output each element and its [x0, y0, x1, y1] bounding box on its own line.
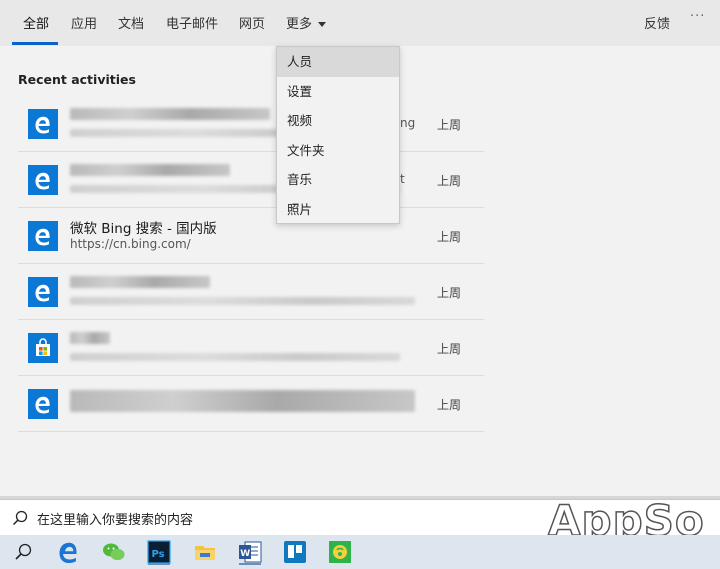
wechat-taskbar-button[interactable] [101, 539, 127, 565]
redacted-title [70, 164, 230, 176]
redacted-title [70, 108, 270, 120]
more-dropdown-menu: 人员 设置 视频 文件夹 音乐 照片 [276, 46, 400, 224]
edge-icon [28, 165, 58, 195]
redacted-url [70, 297, 415, 305]
edge-icon [28, 277, 58, 307]
list-item[interactable]: 微软 Bing 搜索 - 国内版 https://cn.bing.com/ 上周 [18, 208, 484, 264]
section-title: Recent activities [18, 72, 136, 87]
photoshop-icon: Ps [147, 540, 171, 564]
edge-icon [59, 542, 77, 563]
list-item[interactable]: 上周 [18, 320, 484, 376]
redacted-title [70, 276, 210, 288]
edge-taskbar-button[interactable] [56, 539, 82, 565]
edge-icon [28, 109, 58, 139]
more-options-button[interactable]: ··· [690, 9, 705, 24]
word-icon: W [239, 541, 262, 563]
menu-item-people[interactable]: 人员 [277, 47, 399, 77]
active-tab-indicator [12, 42, 58, 45]
list-item[interactable]: 上周 [18, 376, 484, 432]
search-scope-tabbar: 全部 应用 文档 电子邮件 网页 更多 反馈 ··· [0, 0, 720, 46]
tab-more[interactable]: 更多 [286, 13, 327, 32]
store-icon [28, 333, 58, 363]
chevron-down-icon [318, 22, 327, 27]
feedback-link[interactable]: 反馈 [644, 13, 670, 32]
menu-item-settings[interactable]: 设置 [277, 77, 399, 107]
menu-item-photos[interactable]: 照片 [277, 195, 399, 225]
search-placeholder: 在这里输入你要搜索的内容 [37, 513, 194, 528]
running-indicator [239, 563, 261, 565]
search-icon[interactable] [10, 539, 36, 565]
tab-all[interactable]: 全部 [23, 13, 49, 32]
running-indicator [148, 563, 170, 565]
timestamp: 上周 [437, 398, 462, 412]
green-app-icon [329, 541, 351, 563]
redacted-title [70, 390, 415, 412]
file-explorer-taskbar-button[interactable] [192, 539, 218, 565]
list-item[interactable]: t 上周 [18, 152, 484, 208]
word-taskbar-button[interactable]: W [237, 539, 263, 565]
tab-email[interactable]: 电子邮件 [166, 13, 218, 32]
search-icon [12, 510, 28, 526]
list-item[interactable]: ng 上周 [18, 96, 484, 152]
list-item[interactable]: 上周 [18, 264, 484, 320]
tab-web[interactable]: 网页 [239, 13, 265, 32]
item-title: 微软 Bing 搜索 - 国内版 [70, 221, 217, 237]
edge-icon [28, 221, 58, 251]
svg-text:Ps: Ps [152, 549, 165, 560]
tab-more-label: 更多 [286, 17, 313, 32]
tab-documents[interactable]: 文档 [118, 13, 144, 32]
timestamp: 上周 [437, 286, 462, 300]
timestamp: 上周 [437, 342, 462, 356]
menu-item-videos[interactable]: 视频 [277, 106, 399, 136]
timestamp: 上周 [437, 230, 462, 244]
redacted-url [70, 353, 400, 361]
timestamp: 上周 [437, 118, 462, 132]
taskbar: Ps W [0, 535, 720, 569]
green-app-taskbar-button[interactable] [327, 539, 353, 565]
file-explorer-icon [195, 546, 215, 560]
tab-apps[interactable]: 应用 [71, 13, 97, 32]
wechat-icon [103, 543, 125, 561]
menu-item-music[interactable]: 音乐 [277, 165, 399, 195]
edge-icon [28, 389, 58, 419]
redacted-title [70, 332, 110, 344]
url-tail: t [400, 172, 405, 186]
svg-text:W: W [240, 549, 250, 559]
timestamp: 上周 [437, 174, 462, 188]
trello-icon [284, 541, 306, 563]
menu-item-folders[interactable]: 文件夹 [277, 136, 399, 166]
photoshop-taskbar-button[interactable]: Ps [146, 539, 172, 565]
url-tail: ng [400, 116, 416, 130]
item-url: https://cn.bing.com/ [70, 237, 191, 251]
trello-taskbar-button[interactable] [282, 539, 308, 565]
